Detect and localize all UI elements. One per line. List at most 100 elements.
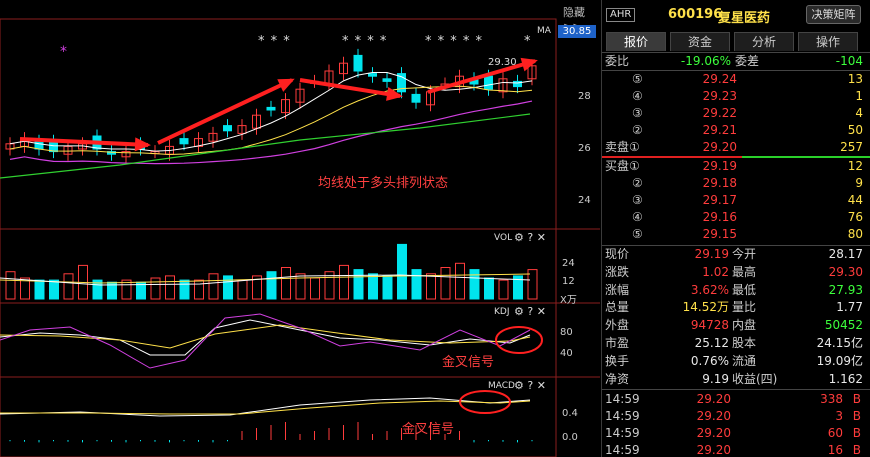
stat-value: 9.19: [702, 371, 729, 386]
ask-volume: 4: [855, 106, 863, 120]
close-icon[interactable]: ✕: [537, 231, 546, 244]
stat-label: 市盈: [605, 336, 630, 350]
ask-volume: 13: [847, 72, 863, 86]
stat-value: 24.15亿: [816, 336, 863, 350]
help-icon[interactable]: ?: [527, 305, 533, 318]
stat-row[interactable]: 涨跌 1.02 最高 29.30: [602, 264, 870, 281]
stat-value: 3.62%: [690, 282, 729, 297]
bid-row[interactable]: ⑤ 29.15 80: [602, 226, 870, 243]
settings-icon[interactable]: ⚙: [514, 305, 524, 318]
tick-volume: 3: [835, 409, 843, 423]
ask-row[interactable]: ② 29.21 50: [602, 122, 870, 139]
volume-bar: [208, 273, 219, 300]
ask-row[interactable]: ③ 29.22 4: [602, 105, 870, 122]
decision-matrix-button[interactable]: 决策矩阵: [806, 5, 861, 24]
stat-row[interactable]: 现价 29.19 今开 28.17: [602, 246, 870, 263]
tick-side: B: [852, 392, 861, 406]
stat-value: 94728: [690, 318, 729, 333]
volume-bar: [411, 269, 422, 300]
tick-time: 14:59: [605, 409, 640, 423]
stat-row[interactable]: 市盈 25.12 股本 24.15亿: [602, 335, 870, 352]
candle-body: [49, 140, 58, 153]
volume-bar: [353, 269, 364, 300]
bid-row[interactable]: ③ 29.17 44: [602, 192, 870, 209]
stat-label: 总量: [605, 300, 630, 315]
diff-value: -104: [835, 54, 863, 68]
ask-level-label: ②: [632, 123, 643, 137]
bid-row[interactable]: ② 29.18 9: [602, 175, 870, 192]
help-icon[interactable]: ?: [527, 379, 533, 392]
tick-side: B: [852, 426, 861, 440]
volume-bar: [339, 264, 349, 300]
stat-label: 股本: [732, 336, 757, 350]
candle-body: [34, 140, 44, 150]
bid-price: 29.15: [702, 227, 737, 241]
stat-label: 换手: [605, 353, 630, 368]
stat-row[interactable]: 总量 14.52万 量比 1.77: [602, 299, 870, 316]
price-tag: 30.85: [558, 25, 596, 38]
tab-analysis[interactable]: 分析: [734, 32, 794, 51]
volume-bar: [469, 269, 480, 300]
tick-row[interactable]: 14:59 29.20 3 B: [602, 408, 870, 425]
bid-price: 29.18: [702, 176, 737, 190]
tick-row[interactable]: 14:59 29.20 338 B: [602, 391, 870, 408]
stat-label: 收益(四): [732, 371, 778, 386]
volume-bar: [194, 279, 204, 300]
bid-row[interactable]: 买盘① 29.19 12: [602, 158, 870, 175]
tab-quote[interactable]: 报价: [606, 32, 666, 51]
volume-bar: [266, 271, 277, 300]
ask-row[interactable]: ⑤ 29.24 13: [602, 71, 870, 88]
tab-operation[interactable]: 操作: [798, 32, 858, 51]
quote-tabs: 报价 资金 分析 操作: [606, 32, 868, 52]
stat-value: 1.77: [836, 300, 863, 315]
star-marker: * * * *: [342, 34, 388, 49]
high-price-label: 29.30: [488, 57, 517, 68]
stat-label: 涨幅: [605, 282, 630, 297]
ahr-badge[interactable]: AHR: [606, 8, 636, 22]
tick-side: B: [852, 443, 861, 457]
ask-row[interactable]: ④ 29.23 1: [602, 88, 870, 105]
bid-ask-ratio-row: 委比 -19.06% 委差 -104: [602, 53, 870, 70]
volume-bar: [165, 275, 175, 300]
star-marker: * * *: [258, 34, 291, 49]
tab-funds[interactable]: 资金: [670, 32, 730, 51]
close-icon[interactable]: ✕: [537, 305, 546, 318]
bid-price: 29.17: [702, 193, 737, 207]
stat-row[interactable]: 涨幅 3.62% 最低 27.93: [602, 282, 870, 299]
stat-value: 27.93: [828, 282, 863, 297]
tick-row[interactable]: 14:59 29.20 16 B: [602, 442, 870, 457]
bid-volume: 80: [847, 227, 863, 241]
stat-row[interactable]: 净资 9.19 收益(四) 1.162: [602, 371, 870, 388]
ask-row[interactable]: 卖盘① 29.20 257: [602, 139, 870, 156]
volume-bar: [484, 277, 494, 300]
candle-body: [484, 75, 493, 90]
candle-body: [353, 54, 363, 72]
bid-row[interactable]: ④ 29.16 76: [602, 209, 870, 226]
stat-value: 19.09亿: [816, 353, 863, 368]
settings-icon[interactable]: ⚙: [514, 231, 524, 244]
stat-row[interactable]: 外盘 94728 内盘 50452: [602, 317, 870, 334]
ask-level-label: ⑤: [632, 72, 643, 86]
close-icon[interactable]: ✕: [537, 379, 546, 392]
volume-bar: [498, 279, 509, 300]
stock-header: AHR 600196 复星医药 决策矩阵: [602, 0, 870, 30]
stat-label: 现价: [605, 247, 630, 261]
ask-price: 29.23: [702, 89, 737, 103]
help-icon[interactable]: ?: [527, 231, 533, 244]
kline-chart-area[interactable]: 隐藏>> 30.85 MA 29.30 * * * * * * * * * * …: [0, 0, 600, 457]
stat-row[interactable]: 换手 0.76% 流通 19.09亿: [602, 353, 870, 370]
vol-axis-label: 12: [562, 276, 575, 287]
volume-bar: [368, 273, 378, 300]
stat-value: 14.52万: [682, 300, 729, 315]
kdj-cross-annotation: 金叉信号: [442, 355, 495, 370]
kdj-cross-circle: [495, 326, 543, 354]
stat-value: 25.12: [694, 336, 729, 350]
tick-volume: 338: [820, 392, 843, 406]
settings-icon[interactable]: ⚙: [514, 379, 524, 392]
stat-value: 50452: [824, 318, 863, 333]
stat-value: 29.30: [828, 264, 863, 279]
candle-body: [411, 93, 421, 103]
stat-label: 最高: [732, 264, 757, 279]
volume-bar: [440, 267, 451, 300]
tick-row[interactable]: 14:59 29.20 60 B: [602, 425, 870, 442]
